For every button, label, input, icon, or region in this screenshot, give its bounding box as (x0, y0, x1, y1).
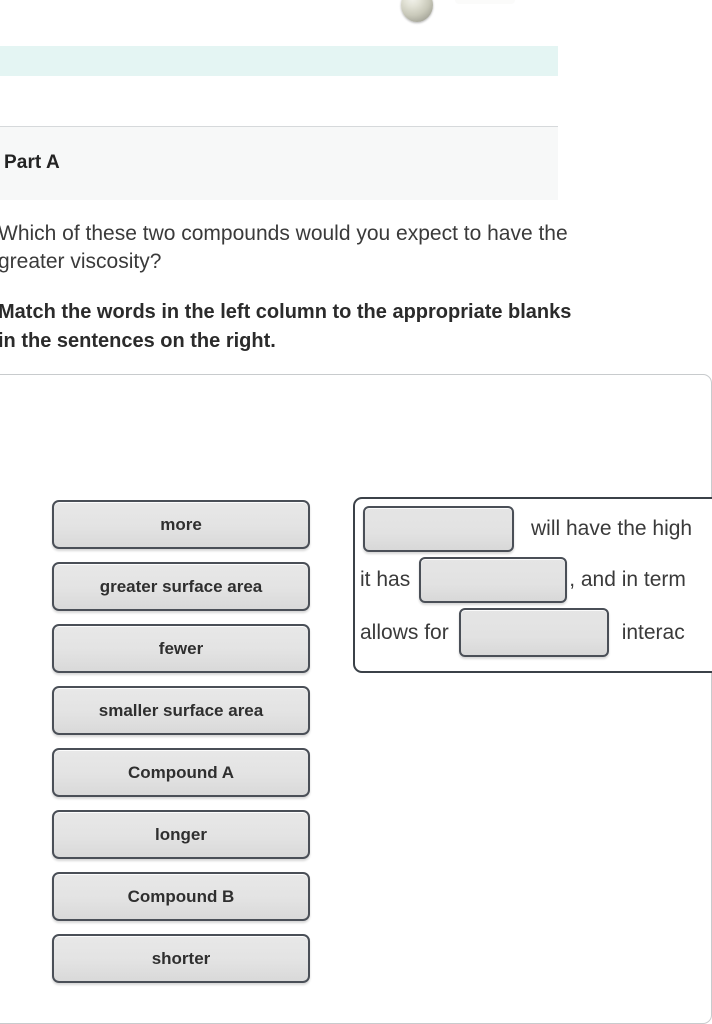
sentence-line-1: will have the high (363, 506, 692, 552)
sentence-text-1-after: will have the high (531, 517, 693, 540)
sentence-text-2-before: it has (360, 568, 411, 591)
word-tile[interactable]: fewer (52, 624, 310, 673)
word-tile-label: Compound B (127, 886, 235, 906)
word-tile-label: shorter (151, 948, 211, 968)
word-tile-label: more (160, 514, 202, 534)
part-header: Part A (0, 126, 558, 200)
sentence-text-2-after: , and in term (569, 568, 686, 591)
question-prompt: Which of these two compounds would you e… (0, 222, 568, 273)
sentence-drop-panel: will have the high it has , and in term … (353, 497, 712, 673)
question-block: Which of these two compounds would you e… (0, 220, 573, 356)
sphere-atom-icon (401, 0, 433, 22)
sentence-line-3: allows for interac (360, 608, 685, 657)
blank-slot-2[interactable] (419, 557, 568, 603)
teal-accent-banner (0, 46, 558, 76)
sentence-line-2: it has , and in term (360, 557, 686, 603)
word-tile-label: longer (155, 824, 207, 844)
word-tile[interactable]: greater surface area (52, 562, 310, 611)
word-tile-label: Compound A (127, 762, 235, 782)
word-tile[interactable]: more (52, 500, 310, 549)
word-tile[interactable]: Compound B (52, 872, 310, 921)
word-tile[interactable]: shorter (52, 934, 310, 983)
part-title: Part A (4, 152, 60, 173)
sentence-text-3-before: allows for (360, 620, 449, 644)
word-tile[interactable]: longer (52, 810, 310, 859)
question-instruction: Match the words in the left column to th… (0, 301, 572, 352)
molecule-bond-remnant (455, 0, 515, 4)
word-tile-label: fewer (158, 638, 204, 658)
word-bank: more greater surface area fewer smaller … (52, 500, 310, 996)
sentence-text-3-after: interac (621, 620, 685, 644)
word-tile-label: smaller surface area (98, 700, 264, 720)
blank-slot-3[interactable] (458, 608, 609, 657)
blank-slot-1[interactable] (363, 506, 514, 552)
molecule-viewer-strip (0, 0, 712, 40)
word-tile-label: greater surface area (99, 576, 263, 596)
word-tile[interactable]: Compound A (52, 748, 310, 797)
word-tile[interactable]: smaller surface area (52, 686, 310, 735)
